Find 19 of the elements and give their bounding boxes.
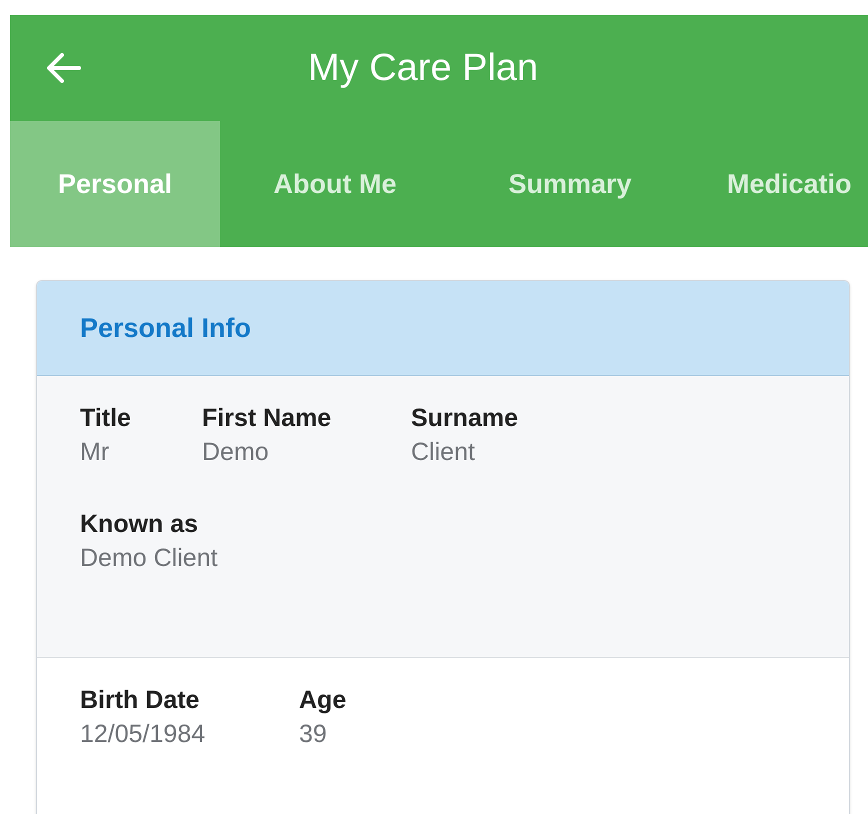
tab[interactable]: Personal [10,121,220,247]
tab[interactable]: About Me [220,121,450,247]
field-value: 12/05/1984 [80,719,206,750]
field-value: Client [411,437,476,468]
app-title: My Care Plan [308,46,538,90]
field-value: Demo [202,437,270,468]
field-value: Demo Client [80,543,219,574]
field-label: Surname [411,403,518,433]
field-label: First Name [202,403,332,433]
field-label: Age [299,685,346,715]
tab[interactable]: Summary [450,121,690,247]
back-arrow-icon [46,52,82,84]
field-value: Mr [80,437,110,468]
field-label: Birth Date [80,685,200,715]
field-value: 39 [299,719,328,750]
tab[interactable]: Medicatio [690,121,868,247]
field-label: Title [80,403,132,433]
field-label: Known as [80,509,200,539]
card-title: Personal Info [80,312,252,345]
